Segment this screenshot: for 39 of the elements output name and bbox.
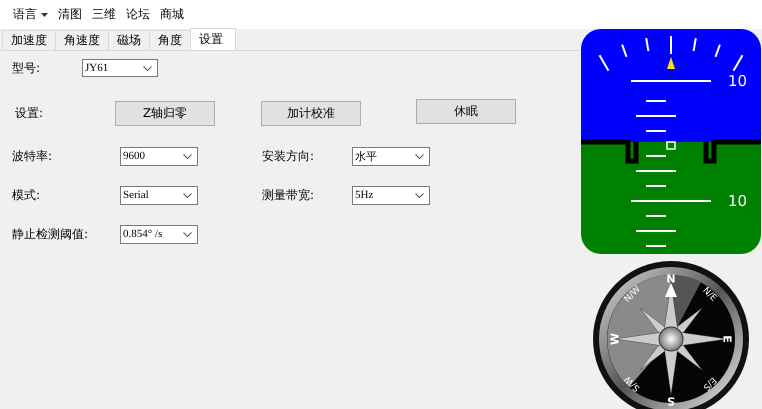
field-label: 测量带宽: (262, 186, 316, 204)
compass-label: E (722, 335, 732, 343)
field-label: 模式: (12, 186, 42, 204)
pitch-label: 10 (728, 193, 747, 209)
menu-item[interactable]: 论坛 (123, 4, 153, 25)
compass-label: N (666, 274, 676, 284)
field-label: 设置: (14, 105, 44, 122)
chevron-down-icon (143, 66, 152, 70)
tab[interactable]: 设置 (190, 28, 236, 50)
menu-item[interactable]: 三维 (89, 4, 119, 25)
action-button[interactable]: 休眠 (416, 99, 516, 124)
chevron-down-icon (415, 192, 424, 198)
menu-item[interactable]: 语言 (10, 4, 51, 25)
dropdown-field[interactable]: 0.854° /s (120, 224, 198, 244)
field-label: 安装方向: (262, 148, 316, 164)
compass-label: E/S (700, 374, 718, 392)
dropdown-field[interactable]: JY61 (82, 59, 158, 77)
dropdown-field[interactable]: 5Hz (352, 186, 430, 204)
field-label: 静止检测阈值: (12, 226, 90, 242)
action-button[interactable]: 加计校准 (261, 101, 361, 126)
field-label: 型号: (12, 60, 42, 76)
dropdown-field[interactable]: 9600 (120, 146, 198, 166)
compass-label: W (610, 332, 620, 346)
compass-label: S (667, 396, 675, 406)
menu-item[interactable]: 清图 (55, 4, 85, 25)
action-button[interactable]: Z轴归零 (115, 101, 215, 126)
dropdown-field[interactable]: Serial (120, 186, 198, 204)
compass-label: N/E (700, 286, 718, 304)
tab[interactable]: 加速度 (2, 30, 56, 50)
pitch-label: 10 (728, 73, 747, 89)
field-label: 波特率: (12, 148, 54, 164)
dropdown-field[interactable]: 水平 (352, 146, 430, 166)
chevron-down-icon (183, 192, 192, 198)
menu-item[interactable]: 商城 (157, 4, 187, 25)
caret-icon (41, 12, 48, 16)
compass-label: S/W (622, 372, 644, 394)
chevron-down-icon (183, 154, 192, 158)
chevron-down-icon (183, 232, 192, 236)
chevron-down-icon (415, 154, 424, 158)
